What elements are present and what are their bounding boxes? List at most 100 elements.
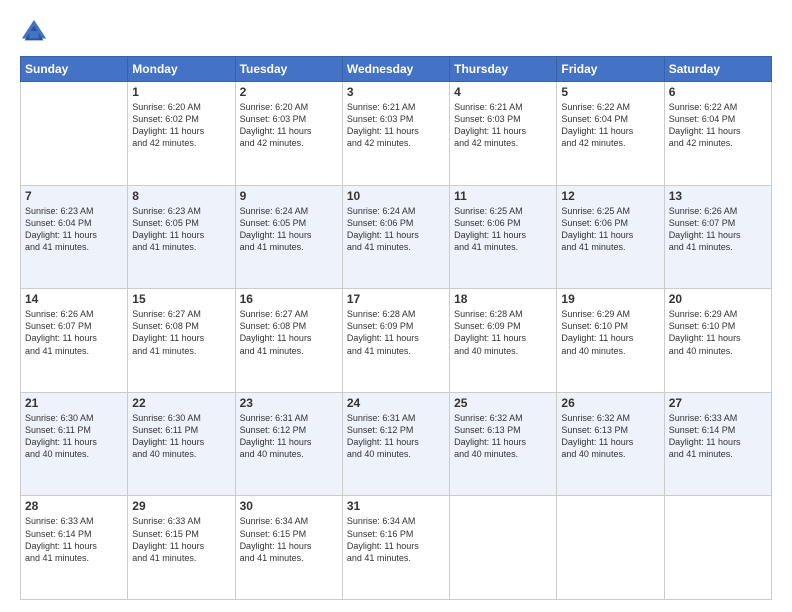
day-number: 21 [25, 396, 123, 410]
calendar-cell: 2 Sunrise: 6:20 AM Sunset: 6:03 PM Daylig… [235, 82, 342, 186]
calendar-cell: 4 Sunrise: 6:21 AM Sunset: 6:03 PM Daylig… [450, 82, 557, 186]
calendar-cell: 23Sunrise: 6:31 AM Sunset: 6:12 PM Dayli… [235, 392, 342, 496]
calendar-day-header: Monday [128, 57, 235, 82]
calendar-cell [557, 496, 664, 600]
calendar-cell: 3 Sunrise: 6:21 AM Sunset: 6:03 PM Daylig… [342, 82, 449, 186]
day-number: 2 [240, 85, 338, 99]
calendar-cell: 24 Sunrise: 6:31 AM Sunset: 6:12 PM Dayli… [342, 392, 449, 496]
calendar-cell: 30 Sunrise: 6:34 AM Sunset: 6:15 PM Dayli… [235, 496, 342, 600]
day-info: Sunrise: 6:23 AM Sunset: 6:04 PM Dayligh… [25, 205, 123, 254]
calendar-cell: 27 Sunrise: 6:33 AM Sunset: 6:14 PM Dayli… [664, 392, 771, 496]
calendar-cell: 7 Sunrise: 6:23 AM Sunset: 6:04 PM Daylig… [21, 185, 128, 289]
day-number: 26 [561, 396, 659, 410]
day-number: 30 [240, 499, 338, 513]
day-number: 17 [347, 292, 445, 306]
day-number: 27 [669, 396, 767, 410]
calendar-cell: 5 Sunrise: 6:22 AM Sunset: 6:04 PM Daylig… [557, 82, 664, 186]
calendar-cell: 25 Sunrise: 6:32 AM Sunset: 6:13 PM Dayli… [450, 392, 557, 496]
day-number: 15 [132, 292, 230, 306]
calendar-header-row: SundayMondayTuesdayWednesdayThursdayFrid… [21, 57, 772, 82]
calendar-cell: 15 Sunrise: 6:27 AM Sunset: 6:08 PM Dayli… [128, 289, 235, 393]
day-info: Sunrise: 6:29 AM Sunset: 6:10 PM Dayligh… [561, 308, 659, 357]
day-number: 20 [669, 292, 767, 306]
calendar-cell: 8Sunrise: 6:23 AM Sunset: 6:05 PM Daylig… [128, 185, 235, 289]
day-info: Sunrise: 6:31 AM Sunset: 6:12 PM Dayligh… [347, 412, 445, 461]
day-info: Sunrise: 6:21 AM Sunset: 6:03 PM Dayligh… [347, 101, 445, 150]
day-info: Sunrise: 6:28 AM Sunset: 6:09 PM Dayligh… [454, 308, 552, 357]
day-number: 16 [240, 292, 338, 306]
page: SundayMondayTuesdayWednesdayThursdayFrid… [0, 0, 792, 612]
calendar-cell: 22Sunrise: 6:30 AM Sunset: 6:11 PM Dayli… [128, 392, 235, 496]
calendar-week-row: 1Sunrise: 6:20 AM Sunset: 6:02 PM Daylig… [21, 82, 772, 186]
logo-icon [20, 18, 48, 46]
day-number: 28 [25, 499, 123, 513]
header [20, 18, 772, 46]
calendar-cell: 14 Sunrise: 6:26 AM Sunset: 6:07 PM Dayli… [21, 289, 128, 393]
calendar-week-row: 14 Sunrise: 6:26 AM Sunset: 6:07 PM Dayli… [21, 289, 772, 393]
calendar-cell [450, 496, 557, 600]
calendar-day-header: Wednesday [342, 57, 449, 82]
day-info: Sunrise: 6:32 AM Sunset: 6:13 PM Dayligh… [561, 412, 659, 461]
calendar-cell: 9 Sunrise: 6:24 AM Sunset: 6:05 PM Daylig… [235, 185, 342, 289]
day-number: 5 [561, 85, 659, 99]
calendar-cell: 6 Sunrise: 6:22 AM Sunset: 6:04 PM Daylig… [664, 82, 771, 186]
day-number: 18 [454, 292, 552, 306]
calendar-day-header: Tuesday [235, 57, 342, 82]
calendar-cell: 1Sunrise: 6:20 AM Sunset: 6:02 PM Daylig… [128, 82, 235, 186]
calendar-cell: 11Sunrise: 6:25 AM Sunset: 6:06 PM Dayli… [450, 185, 557, 289]
calendar-day-header: Saturday [664, 57, 771, 82]
day-info: Sunrise: 6:24 AM Sunset: 6:06 PM Dayligh… [347, 205, 445, 254]
day-info: Sunrise: 6:22 AM Sunset: 6:04 PM Dayligh… [669, 101, 767, 150]
day-number: 24 [347, 396, 445, 410]
calendar-day-header: Sunday [21, 57, 128, 82]
day-number: 3 [347, 85, 445, 99]
day-number: 25 [454, 396, 552, 410]
day-info: Sunrise: 6:25 AM Sunset: 6:06 PM Dayligh… [561, 205, 659, 254]
calendar-cell: 17Sunrise: 6:28 AM Sunset: 6:09 PM Dayli… [342, 289, 449, 393]
calendar-cell: 13 Sunrise: 6:26 AM Sunset: 6:07 PM Dayli… [664, 185, 771, 289]
day-info: Sunrise: 6:21 AM Sunset: 6:03 PM Dayligh… [454, 101, 552, 150]
day-number: 19 [561, 292, 659, 306]
day-info: Sunrise: 6:30 AM Sunset: 6:11 PM Dayligh… [25, 412, 123, 461]
calendar-cell [664, 496, 771, 600]
calendar-cell: 26 Sunrise: 6:32 AM Sunset: 6:13 PM Dayli… [557, 392, 664, 496]
day-number: 14 [25, 292, 123, 306]
day-number: 29 [132, 499, 230, 513]
calendar-week-row: 21 Sunrise: 6:30 AM Sunset: 6:11 PM Dayli… [21, 392, 772, 496]
day-info: Sunrise: 6:33 AM Sunset: 6:14 PM Dayligh… [25, 515, 123, 564]
calendar-cell: 21 Sunrise: 6:30 AM Sunset: 6:11 PM Dayli… [21, 392, 128, 496]
day-info: Sunrise: 6:24 AM Sunset: 6:05 PM Dayligh… [240, 205, 338, 254]
calendar-cell: 12 Sunrise: 6:25 AM Sunset: 6:06 PM Dayli… [557, 185, 664, 289]
day-info: Sunrise: 6:27 AM Sunset: 6:08 PM Dayligh… [132, 308, 230, 357]
day-info: Sunrise: 6:20 AM Sunset: 6:03 PM Dayligh… [240, 101, 338, 150]
calendar-cell: 16 Sunrise: 6:27 AM Sunset: 6:08 PM Dayli… [235, 289, 342, 393]
calendar-cell: 18 Sunrise: 6:28 AM Sunset: 6:09 PM Dayli… [450, 289, 557, 393]
day-number: 1 [132, 85, 230, 99]
day-info: Sunrise: 6:32 AM Sunset: 6:13 PM Dayligh… [454, 412, 552, 461]
calendar-cell: 31Sunrise: 6:34 AM Sunset: 6:16 PM Dayli… [342, 496, 449, 600]
day-info: Sunrise: 6:30 AM Sunset: 6:11 PM Dayligh… [132, 412, 230, 461]
day-number: 12 [561, 189, 659, 203]
day-number: 13 [669, 189, 767, 203]
day-info: Sunrise: 6:33 AM Sunset: 6:15 PM Dayligh… [132, 515, 230, 564]
day-number: 6 [669, 85, 767, 99]
day-info: Sunrise: 6:27 AM Sunset: 6:08 PM Dayligh… [240, 308, 338, 357]
day-info: Sunrise: 6:26 AM Sunset: 6:07 PM Dayligh… [669, 205, 767, 254]
calendar-table: SundayMondayTuesdayWednesdayThursdayFrid… [20, 56, 772, 600]
day-info: Sunrise: 6:29 AM Sunset: 6:10 PM Dayligh… [669, 308, 767, 357]
calendar-cell: 19 Sunrise: 6:29 AM Sunset: 6:10 PM Dayli… [557, 289, 664, 393]
calendar-day-header: Thursday [450, 57, 557, 82]
day-info: Sunrise: 6:22 AM Sunset: 6:04 PM Dayligh… [561, 101, 659, 150]
day-number: 9 [240, 189, 338, 203]
day-number: 10 [347, 189, 445, 203]
day-info: Sunrise: 6:26 AM Sunset: 6:07 PM Dayligh… [25, 308, 123, 357]
logo [20, 18, 52, 46]
day-info: Sunrise: 6:34 AM Sunset: 6:15 PM Dayligh… [240, 515, 338, 564]
calendar-week-row: 7 Sunrise: 6:23 AM Sunset: 6:04 PM Daylig… [21, 185, 772, 289]
day-number: 7 [25, 189, 123, 203]
calendar-day-header: Friday [557, 57, 664, 82]
day-info: Sunrise: 6:33 AM Sunset: 6:14 PM Dayligh… [669, 412, 767, 461]
day-info: Sunrise: 6:25 AM Sunset: 6:06 PM Dayligh… [454, 205, 552, 254]
day-number: 4 [454, 85, 552, 99]
calendar-cell: 20 Sunrise: 6:29 AM Sunset: 6:10 PM Dayli… [664, 289, 771, 393]
